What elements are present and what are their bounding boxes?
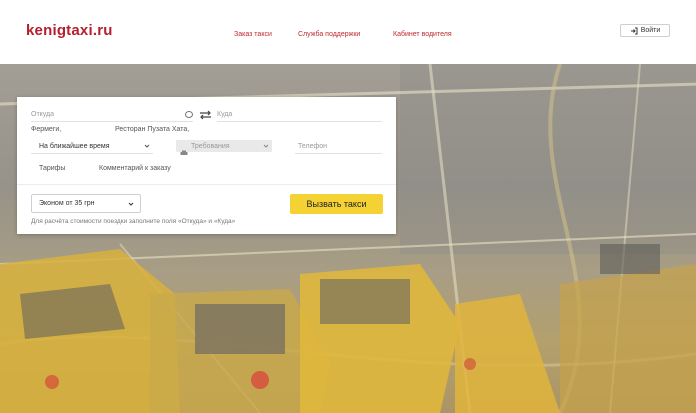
tab-order-comment[interactable]: Комментарий к заказу <box>99 165 171 172</box>
swap-arrows-icon[interactable] <box>198 108 213 121</box>
nav-support[interactable]: Служба поддержки <box>298 31 360 38</box>
site-logo[interactable]: kenigtaxi.ru <box>26 22 113 39</box>
time-select[interactable]: На ближайшее время <box>31 140 153 154</box>
from-field[interactable]: Откуда <box>31 108 193 122</box>
phone-placeholder: Телефон <box>298 143 328 150</box>
chevron-down-icon <box>144 144 150 148</box>
chevron-down-icon <box>263 144 269 148</box>
form-divider <box>17 184 396 185</box>
to-placeholder: Куда <box>217 111 233 118</box>
tariff-select[interactable]: Эконом от 35 грн <box>31 194 141 213</box>
site-header: kenigtaxi.ru Заказ такси Служба поддержк… <box>0 0 696 64</box>
requirements-select[interactable]: Требования <box>176 140 272 155</box>
order-form: Откуда Куда Фермеги, Ресторан Пузата Хат… <box>17 97 396 234</box>
requirements-placeholder: Требования <box>191 142 230 150</box>
address-suggestion[interactable]: Фермеги, <box>31 126 61 133</box>
time-value: На ближайшее время <box>39 143 110 150</box>
to-field[interactable]: Куда <box>217 108 382 122</box>
tariff-value: Эконом от 35 грн <box>39 200 95 207</box>
from-placeholder: Откуда <box>31 111 55 118</box>
login-label: Войти <box>640 27 661 34</box>
nav-driver-cabinet[interactable]: Кабинет водителя <box>393 31 452 38</box>
location-circle-icon[interactable] <box>185 111 193 118</box>
tab-tariffs[interactable]: Тарифы <box>39 165 65 172</box>
phone-field[interactable]: Телефон <box>295 140 382 154</box>
price-hint: Для расчёта стоимости поездки заполните … <box>31 218 236 225</box>
call-taxi-button[interactable]: Вызвать такси <box>290 194 383 214</box>
login-icon <box>630 27 638 35</box>
nav-order-taxi[interactable]: Заказ такси <box>234 31 272 38</box>
address-suggestion[interactable]: Ресторан Пузата Хата, <box>115 126 189 133</box>
chevron-down-icon <box>128 202 134 206</box>
car-icon <box>180 143 188 155</box>
login-button[interactable]: Войти <box>620 24 670 37</box>
